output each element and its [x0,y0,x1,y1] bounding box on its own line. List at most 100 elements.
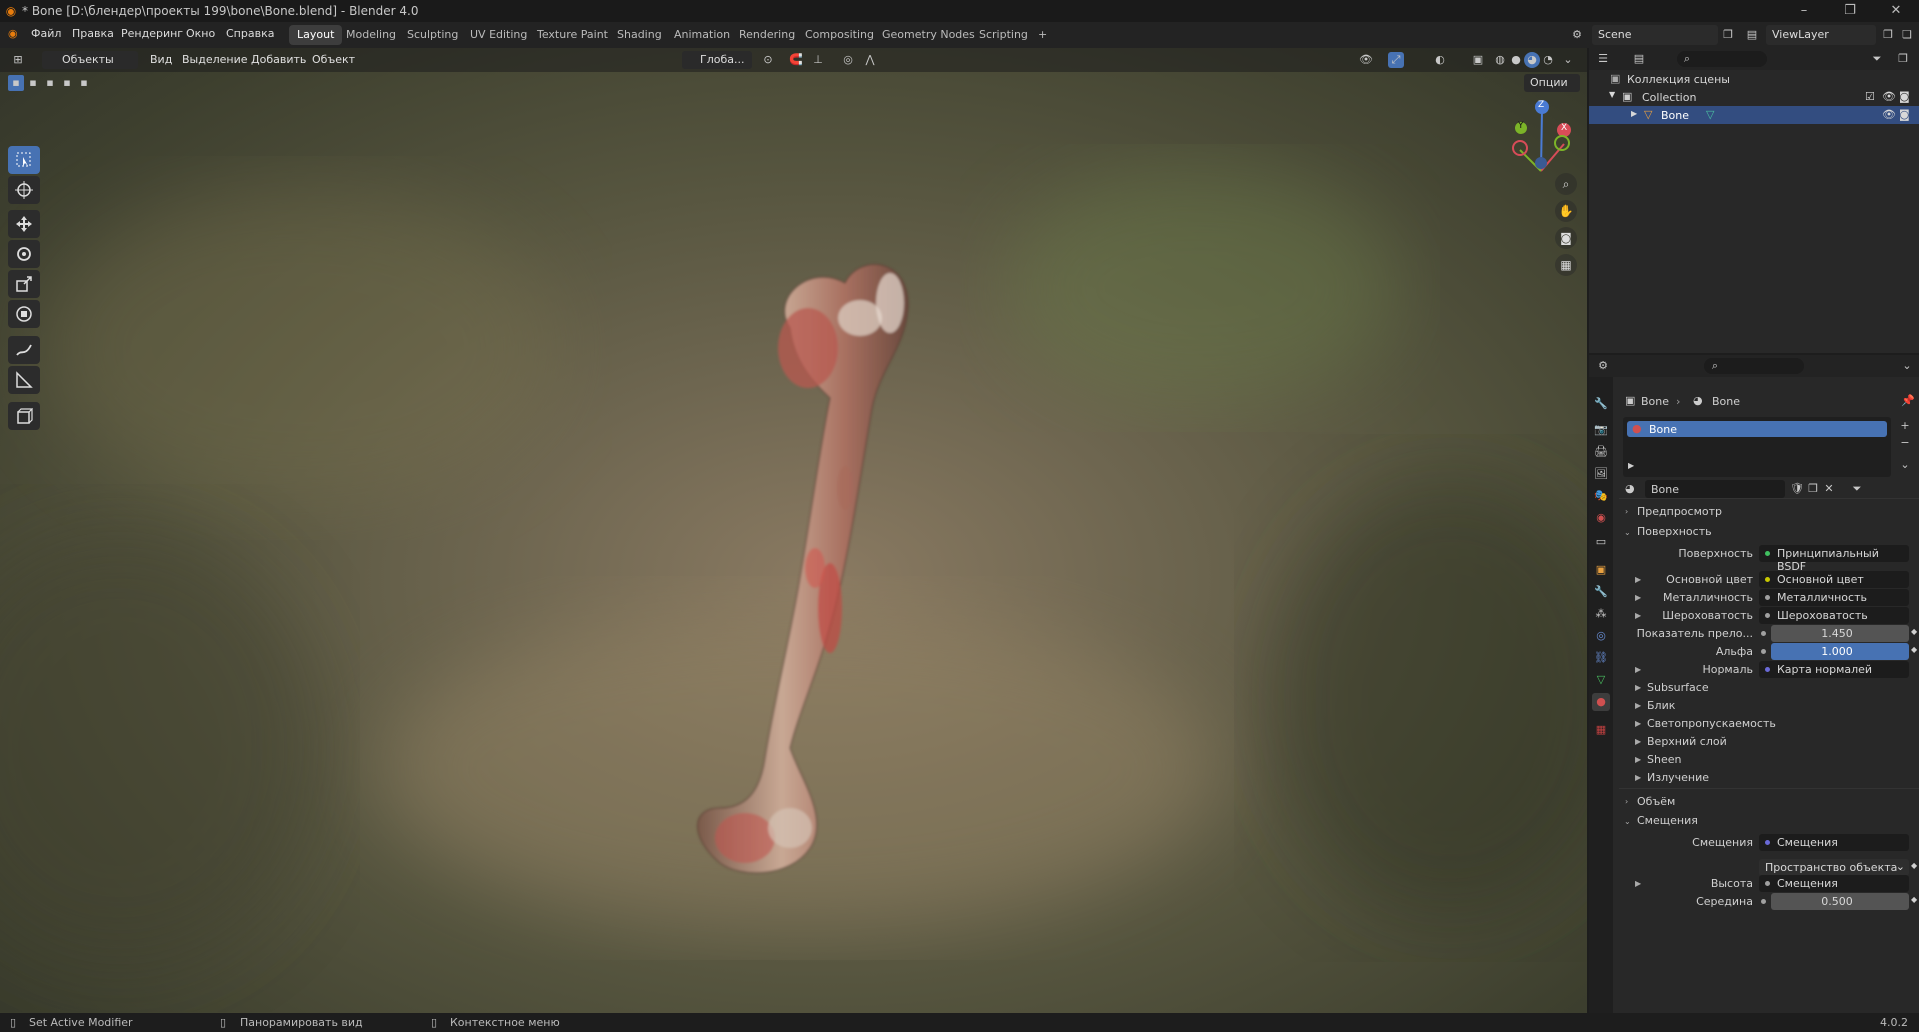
menu-file[interactable]: Файл [31,27,61,40]
section-surface[interactable]: Поверхность [1637,525,1712,538]
scene-icon[interactable]: ⚙ [1569,27,1585,43]
remove-slot-icon[interactable]: − [1897,435,1913,451]
zoom-icon[interactable]: ⌕ [1555,173,1577,195]
volume-expand-icon[interactable]: › [1625,797,1628,806]
roughness-field[interactable]: Шероховатость [1759,607,1909,624]
falloff-icon[interactable]: ⋀ [862,52,878,68]
filter-icon[interactable]: ⏷ [1869,51,1885,67]
tab-uv-editing[interactable]: UV Editing [462,25,535,45]
tab-tool-icon[interactable]: 🔧 [1592,395,1610,413]
new-collection-icon[interactable]: ❐ [1895,51,1911,67]
collection-eye-icon[interactable]: 👁 [1882,90,1896,103]
subpanel-transmission[interactable]: Светопропускаемость [1647,717,1776,730]
cursor-tool[interactable] [8,176,40,204]
tab-rendering[interactable]: Rendering [731,25,803,45]
tab-constraints-icon[interactable]: ⛓ [1592,649,1610,667]
displacement-collapse-icon[interactable]: ⌄ [1624,817,1631,826]
add-workspace-button[interactable]: + [1030,25,1055,45]
new-viewlayer-icon[interactable]: ❐ [1880,27,1896,43]
midlevel-keyframe-icon[interactable]: ◆ [1911,895,1917,904]
outliner-editor-icon[interactable]: ☰ [1595,51,1611,67]
surface-collapse-icon[interactable]: ⌄ [1624,528,1631,537]
close-button[interactable]: ✕ [1873,0,1919,22]
tab-physics-icon[interactable]: ◎ [1592,627,1610,645]
bone-eye-icon[interactable]: 👁 [1882,108,1896,121]
scene-field[interactable]: Scene [1592,25,1718,45]
mode-dropdown[interactable]: Объекты [42,51,138,69]
menu-edit[interactable]: Правка [72,27,114,40]
3d-viewport[interactable]: Z X Y ⌕ ✋ ◙ ▦ ⊞ Объекты Вид Выделение До… [0,48,1587,1013]
overlays-icon[interactable]: ◐ [1432,52,1448,68]
subpanel-sheen[interactable]: Sheen [1647,753,1681,766]
tab-texture-paint[interactable]: Texture Paint [529,25,616,45]
ior-field[interactable]: 1.450 [1771,625,1909,642]
select-mode-invert-icon[interactable]: ▪ [59,75,75,91]
properties-editor-icon[interactable]: ⚙ [1595,358,1611,374]
subpanel-expand-icon[interactable]: ▶ [1635,719,1641,728]
viewlayer-icon[interactable]: ▤ [1744,27,1760,43]
subpanel-emission[interactable]: Излучение [1647,771,1709,784]
ior-keyframe-icon[interactable]: ◆ [1911,627,1917,636]
tab-sculpting[interactable]: Sculpting [399,25,466,45]
pan-hand-icon[interactable]: ✋ [1555,200,1577,222]
normal-field[interactable]: Карта нормалей [1759,661,1909,678]
transform-tool[interactable] [8,300,40,328]
unlink-material-icon[interactable]: ✕ [1821,481,1837,497]
section-volume[interactable]: Объём [1637,795,1675,808]
material-browse-icon[interactable]: ◕ [1625,482,1635,495]
tab-object-icon[interactable]: ▣ [1592,561,1610,579]
row-expand-icon[interactable]: ▶ [1635,665,1641,674]
viewlayer-field[interactable]: ViewLayer [1766,25,1876,45]
orientation-dropdown[interactable]: Глоба... [682,51,752,69]
mesh-data-icon[interactable]: ▽ [1706,108,1714,121]
select-mode-subtract-icon[interactable]: ▪ [42,75,58,91]
tab-layout[interactable]: Layout [289,25,343,45]
tab-modeling[interactable]: Modeling [338,25,404,45]
add-slot-icon[interactable]: + [1897,418,1913,434]
subpanel-subsurface[interactable]: Subsurface [1647,681,1709,694]
shading-wireframe-icon[interactable]: ◍ [1492,52,1508,68]
material-filter-icon[interactable]: ⏷ [1849,481,1865,497]
space-keyframe-icon[interactable]: ◆ [1911,861,1917,870]
select-box-tool[interactable] [8,146,40,174]
outliner-row-collection[interactable]: ▼ ▣ Collection ☑ 👁 ◙ [1589,88,1919,106]
menu-object[interactable]: Объект [312,53,355,66]
move-tool[interactable] [8,210,40,238]
expand-arrow-icon[interactable]: ▼ [1609,90,1615,99]
section-preview[interactable]: Предпросмотр [1637,505,1722,518]
measure-tool[interactable] [8,366,40,394]
outliner-row-bone[interactable]: ▶ ▽ Bone ▽ 👁 ◙ [1589,106,1919,124]
expand-arrow-icon[interactable]: ▶ [1631,109,1637,118]
alpha-field[interactable]: 1.000 [1771,643,1909,660]
tab-data-icon[interactable]: ▽ [1592,671,1610,689]
xray-icon[interactable]: ▣ [1470,52,1486,68]
subpanel-expand-icon[interactable]: ▶ [1635,737,1641,746]
displacement-field[interactable]: Смещения [1759,834,1909,851]
subpanel-coat[interactable]: Верхний слой [1647,735,1727,748]
gizmo-y-label[interactable]: Y [1518,121,1524,131]
breadcrumb-material[interactable]: Bone [1712,395,1740,408]
row-expand-icon[interactable]: ▶ [1635,879,1641,888]
displacement-space-dropdown[interactable]: Пространство объекта ⌄ [1759,859,1909,876]
tab-view-layer-icon[interactable]: 🖼 [1592,465,1610,483]
collection-checkbox-icon[interactable]: ☑ [1865,90,1875,103]
select-mode-new-icon[interactable]: ▪ [8,75,24,91]
options-dropdown[interactable]: Опции [1524,74,1580,92]
tab-scene-icon[interactable]: 🎭 [1592,487,1610,505]
tab-material-icon[interactable]: ● [1592,693,1610,711]
tab-modifier-icon[interactable]: 🔧 [1592,583,1610,601]
rotate-tool[interactable] [8,240,40,268]
annotate-tool[interactable] [8,336,40,364]
slot-specials-icon[interactable]: ⌄ [1897,457,1913,473]
menu-render[interactable]: Рендеринг [121,27,183,40]
metallic-field[interactable]: Металличность [1759,589,1909,606]
properties-menu-icon[interactable]: ⌄ [1899,358,1915,374]
gizmo-toggle-icon[interactable]: ⤢ [1388,52,1404,68]
perspective-grid-icon[interactable]: ▦ [1555,254,1577,276]
snap-target-icon[interactable]: ⊥ [810,52,826,68]
midlevel-field[interactable]: 0.500 [1771,893,1909,910]
height-field[interactable]: Смещения [1759,875,1909,892]
pin-icon[interactable]: 📌 [1901,394,1915,407]
tab-world-icon[interactable]: ◉ [1592,509,1610,527]
subpanel-expand-icon[interactable]: ▶ [1635,755,1641,764]
